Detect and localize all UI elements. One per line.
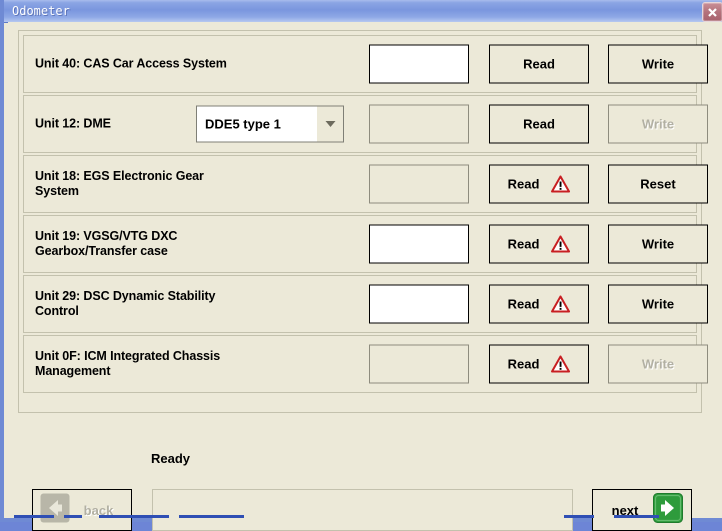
unit-value-field[interactable] bbox=[369, 225, 469, 264]
unit-row: Unit 12: DME DDE5 type 1 Read Write bbox=[23, 95, 697, 153]
write-button-label: Write bbox=[642, 117, 674, 132]
unit-value-field bbox=[369, 105, 469, 144]
unit-value-field[interactable] bbox=[369, 45, 469, 84]
background-window-bleed-2 bbox=[64, 515, 82, 518]
warning-triangle-icon bbox=[551, 236, 570, 253]
reset-button-label: Reset bbox=[640, 177, 675, 192]
dme-type-select[interactable]: DDE5 type 1 bbox=[196, 106, 344, 143]
read-button[interactable]: Read bbox=[489, 165, 589, 204]
dme-type-value: DDE5 type 1 bbox=[197, 117, 317, 132]
read-button[interactable]: Read bbox=[489, 285, 589, 324]
unit-label: Unit 18: EGS Electronic Gear System bbox=[35, 169, 235, 199]
odometer-window: Odometer Unit 40: CAS Car Access System … bbox=[0, 0, 722, 522]
next-button[interactable]: next bbox=[592, 489, 692, 531]
units-panel: Unit 40: CAS Car Access System Read Writ… bbox=[18, 30, 702, 413]
read-button-label: Read bbox=[508, 237, 540, 252]
reset-button[interactable]: Reset bbox=[608, 165, 708, 204]
arrow-left-icon bbox=[40, 493, 70, 528]
client-area: Unit 40: CAS Car Access System Read Writ… bbox=[8, 22, 722, 518]
unit-row: Unit 29: DSC Dynamic Stability Control R… bbox=[23, 275, 697, 333]
unit-label: Unit 40: CAS Car Access System bbox=[35, 57, 235, 72]
write-button: Write bbox=[608, 345, 708, 384]
window-title: Odometer bbox=[12, 4, 70, 18]
unit-row: Unit 19: VGSG/VTG DXC Gearbox/Transfer c… bbox=[23, 215, 697, 273]
write-button[interactable]: Write bbox=[608, 225, 708, 264]
read-button[interactable]: Read bbox=[489, 225, 589, 264]
unit-row: Unit 0F: ICM Integrated Chassis Manageme… bbox=[23, 335, 697, 393]
warning-triangle-icon bbox=[551, 356, 570, 373]
unit-label: Unit 29: DSC Dynamic Stability Control bbox=[35, 289, 235, 319]
close-x-icon bbox=[707, 7, 718, 18]
write-button-label: Write bbox=[642, 297, 674, 312]
background-window-bleed-4 bbox=[179, 515, 244, 518]
chevron-down-icon[interactable] bbox=[317, 107, 343, 142]
read-button-label: Read bbox=[523, 117, 555, 132]
background-window-bleed-5 bbox=[564, 515, 594, 518]
unit-value-field bbox=[369, 345, 469, 384]
read-button-label: Read bbox=[523, 57, 555, 72]
warning-triangle-icon bbox=[551, 296, 570, 313]
background-window-bleed-3 bbox=[99, 515, 169, 518]
arrow-right-icon bbox=[653, 493, 683, 528]
write-button[interactable]: Write bbox=[608, 285, 708, 324]
write-button-label: Write bbox=[642, 57, 674, 72]
back-button: back bbox=[32, 489, 132, 531]
background-window-bleed-1 bbox=[14, 515, 54, 518]
read-button[interactable]: Read bbox=[489, 105, 589, 144]
write-button: Write bbox=[608, 105, 708, 144]
warning-triangle-icon bbox=[551, 176, 570, 193]
write-button-label: Write bbox=[642, 357, 674, 372]
unit-value-field[interactable] bbox=[369, 285, 469, 324]
progress-bar bbox=[152, 489, 573, 531]
read-button-label: Read bbox=[508, 357, 540, 372]
unit-label: Unit 19: VGSG/VTG DXC Gearbox/Transfer c… bbox=[35, 229, 235, 259]
read-button[interactable]: Read bbox=[489, 345, 589, 384]
write-button-label: Write bbox=[642, 237, 674, 252]
read-button-label: Read bbox=[508, 177, 540, 192]
background-window-bleed-6 bbox=[614, 515, 659, 518]
title-bar: Odometer bbox=[4, 0, 722, 23]
unit-row: Unit 18: EGS Electronic Gear System Read… bbox=[23, 155, 697, 213]
unit-label: Unit 0F: ICM Integrated Chassis Manageme… bbox=[35, 349, 235, 379]
write-button[interactable]: Write bbox=[608, 45, 708, 84]
read-button-label: Read bbox=[508, 297, 540, 312]
unit-row: Unit 40: CAS Car Access System Read Writ… bbox=[23, 35, 697, 93]
status-label: Ready bbox=[151, 451, 190, 466]
unit-value-field bbox=[369, 165, 469, 204]
close-button[interactable] bbox=[702, 2, 722, 22]
read-button[interactable]: Read bbox=[489, 45, 589, 84]
